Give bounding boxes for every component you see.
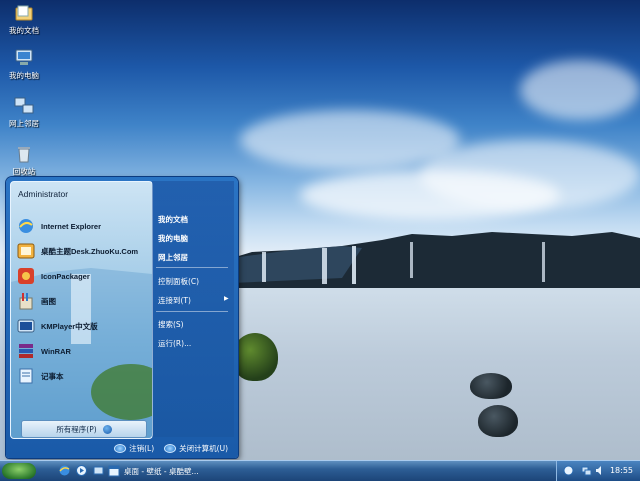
notepad-icon — [19, 368, 33, 384]
language-icon[interactable] — [563, 465, 574, 476]
lake — [232, 288, 640, 460]
desktop-icon-my-documents[interactable]: 我的文档 — [0, 3, 48, 36]
logoff-icon — [114, 443, 127, 453]
taskbar: 桌面 - 壁纸 - 桌酷壁... 18:55 — [0, 460, 640, 481]
menu-item-network[interactable]: 网上邻居 — [158, 252, 188, 263]
window-icon — [108, 465, 120, 477]
waterfall-cliffs — [232, 232, 640, 290]
paint-icon — [19, 293, 33, 310]
menu-item-connect-to[interactable]: 连接到(T) — [158, 295, 191, 306]
desktop-icon-label: 我的文档 — [9, 26, 39, 35]
show-desktop-icon[interactable] — [92, 464, 105, 477]
recycle-bin-icon — [18, 147, 30, 163]
menu-item-my-computer[interactable]: 我的电脑 — [158, 233, 188, 244]
winrar-icon — [19, 344, 33, 358]
volume-icon[interactable] — [595, 465, 606, 476]
start-button[interactable] — [2, 463, 36, 479]
desktop-icon-my-computer[interactable]: 我的电脑 — [0, 48, 48, 81]
desktop-icon-label: 我的电脑 — [9, 71, 39, 80]
program-notepad[interactable]: 记事本 — [17, 365, 147, 387]
internet-explorer-icon[interactable] — [58, 464, 71, 477]
iconpackager-icon — [18, 268, 34, 284]
arrow-right-icon — [102, 424, 112, 434]
mossy-rock — [232, 333, 278, 381]
start-menu-bottom-bar: 注销(L) 关闭计算机(U) — [6, 438, 238, 458]
program-kmplayer[interactable]: KMPlayer中文版 — [17, 315, 147, 337]
start-menu-places-pane: 我的文档 我的电脑 网上邻居 控制面板(C) 连接到(T) ▶ 搜索(S) 运行… — [152, 181, 234, 437]
start-menu-programs-pane: Administrator Internet Explorer 桌酷主题Desk… — [10, 181, 153, 439]
menu-item-run[interactable]: 运行(R)... — [158, 338, 191, 349]
submenu-arrow-icon: ▶ — [224, 295, 229, 302]
taskbar-window-button[interactable]: 桌面 - 壁纸 - 桌酷壁... — [108, 463, 308, 479]
rock — [478, 405, 518, 437]
menu-separator — [156, 267, 228, 268]
shutdown-button[interactable]: 关闭计算机(U) — [164, 443, 228, 454]
kmplayer-icon — [17, 319, 35, 333]
program-winrar[interactable]: WinRAR — [17, 340, 147, 362]
network-icon[interactable] — [581, 465, 592, 476]
logoff-button[interactable]: 注销(L) — [114, 443, 154, 454]
program-paint[interactable]: 画图 — [17, 290, 147, 312]
media-player-icon[interactable] — [75, 464, 88, 477]
power-icon — [164, 443, 177, 453]
program-internet-explorer[interactable]: Internet Explorer — [17, 215, 147, 237]
clock[interactable]: 18:55 — [610, 466, 633, 475]
program-iconpackager[interactable]: IconPackager — [17, 265, 147, 287]
desktop-icon-label: 回收站 — [12, 167, 36, 176]
all-programs-button[interactable]: 所有程序(P) — [21, 420, 147, 438]
desktop-icon-recycle-bin[interactable]: 回收站 — [0, 144, 48, 177]
menu-separator — [156, 311, 228, 312]
rock — [470, 373, 512, 399]
program-zhuoku[interactable]: 桌酷主题Desk.ZhuoKu.Com — [17, 240, 147, 262]
menu-item-my-documents[interactable]: 我的文档 — [158, 214, 188, 225]
desktop-icon-network[interactable]: 网上邻居 — [0, 96, 48, 129]
user-name: Administrator — [18, 189, 69, 199]
internet-explorer-icon — [19, 219, 33, 233]
computer-icon — [15, 49, 33, 65]
system-tray: 18:55 — [556, 461, 640, 481]
network-icon — [14, 97, 34, 114]
zhuoku-icon — [17, 243, 35, 259]
start-menu: Administrator Internet Explorer 桌酷主题Desk… — [6, 177, 238, 458]
menu-item-control-panel[interactable]: 控制面板(C) — [158, 276, 199, 287]
desktop-icon-label: 网上邻居 — [9, 119, 39, 128]
menu-item-search[interactable]: 搜索(S) — [158, 319, 184, 330]
folder-documents-icon — [15, 5, 33, 21]
